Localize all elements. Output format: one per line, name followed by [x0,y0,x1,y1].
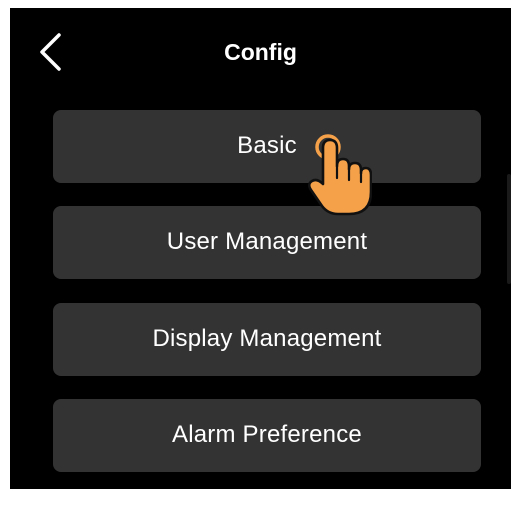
device-screen: Config Basic User Management Display Man… [10,8,511,489]
user-management-button[interactable]: User Management [53,206,481,279]
alarm-preference-button-label: Alarm Preference [172,420,362,448]
user-management-button-label: User Management [166,227,368,255]
page-title: Config [224,39,297,65]
basic-button[interactable]: Basic [53,110,481,183]
display-management-button-label: Display Management [152,324,382,352]
scrollbar[interactable] [507,174,511,284]
basic-button-label: Basic [237,131,297,159]
display-management-button[interactable]: Display Management [53,303,481,376]
alarm-preference-button[interactable]: Alarm Preference [53,399,481,472]
